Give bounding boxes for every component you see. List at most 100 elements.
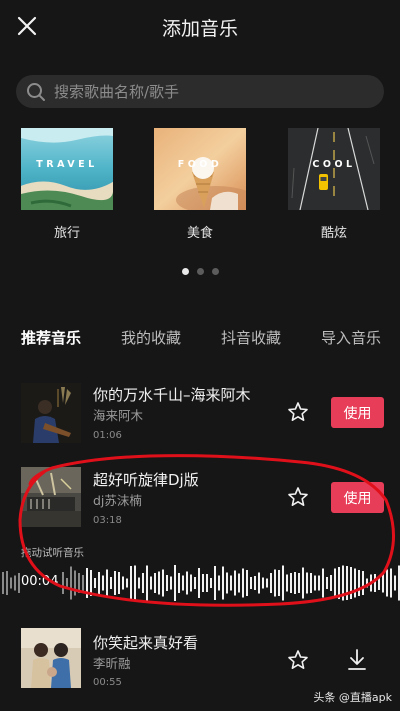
waveform-bar: [330, 575, 332, 591]
waveform-bar: [378, 576, 380, 590]
favorite-star-icon[interactable]: [287, 649, 309, 671]
song-artist: 李昕融: [93, 656, 131, 671]
waveform-bar: [10, 577, 12, 589]
waveform-bar: [106, 569, 108, 597]
waveform-bar: [82, 575, 84, 591]
waveform-bar: [306, 572, 308, 594]
waveform-bar: [214, 566, 216, 600]
waveform-bar: [126, 578, 128, 588]
song-cover[interactable]: [21, 467, 81, 527]
waveform-bar: [390, 568, 392, 598]
waveform-bar: [354, 568, 356, 598]
waveform-bar: [346, 566, 348, 600]
category-food[interactable]: FOOD 美食: [154, 128, 246, 238]
waveform-bar: [150, 576, 152, 590]
waveform-bar: [278, 570, 280, 596]
page-title: 添加音乐: [161, 18, 238, 40]
waveform-bar: [230, 575, 232, 591]
search-input[interactable]: [54, 75, 374, 108]
travel-thumbnail: TRAVEL: [21, 128, 113, 210]
waveform-scrubber[interactable]: 00:04: [0, 564, 400, 602]
waveform-bar: [170, 576, 172, 590]
header: 添加音乐: [0, 0, 400, 56]
waveform-bar: [102, 575, 104, 591]
category-travel[interactable]: TRAVEL 旅行: [21, 128, 113, 238]
favorite-star-icon[interactable]: [287, 486, 309, 508]
waveform-bar: [338, 567, 340, 599]
search-bar[interactable]: [16, 75, 384, 108]
waveform-bar: [182, 575, 184, 591]
waveform-bar: [310, 573, 312, 593]
waveform-bar: [110, 577, 112, 589]
waveform-bar: [386, 569, 388, 597]
tab-my-favorites[interactable]: 我的收藏: [121, 327, 181, 348]
waveform-bar: [202, 574, 204, 592]
song-duration: 01:06: [93, 430, 122, 441]
tab-bar: 推荐音乐 我的收藏 抖音收藏 导入音乐: [0, 327, 400, 351]
song-artist: dj苏沫楠: [93, 493, 142, 508]
waveform-bar: [318, 575, 320, 591]
category-label: 旅行: [53, 226, 80, 238]
watermark: 头条 @直播apk: [313, 691, 392, 704]
waveform-bar: [142, 573, 144, 593]
waveform-bar: [114, 571, 116, 595]
waveform-bar: [254, 576, 256, 590]
category-cool[interactable]: COOL 酷炫: [288, 128, 380, 238]
waveform-bar: [166, 575, 168, 591]
tab-douyin-favorites[interactable]: 抖音收藏: [221, 327, 281, 348]
waveform-bar: [218, 575, 220, 591]
waveform-bar: [18, 573, 20, 593]
waveform-bar: [94, 578, 96, 588]
song-cover[interactable]: [21, 628, 81, 688]
cool-thumbnail: COOL: [288, 128, 380, 210]
waveform-bar: [234, 570, 236, 596]
category-thumb-text: TRAVEL: [36, 159, 98, 170]
waveform-bar: [266, 578, 268, 588]
waveform-bar: [118, 572, 120, 594]
download-icon[interactable]: [346, 648, 368, 672]
waveform-bar: [74, 570, 76, 596]
waveform-bar: [226, 572, 228, 594]
waveform-bar: [298, 573, 300, 593]
category-thumb-text: FOOD: [177, 159, 223, 170]
use-button[interactable]: 使用: [331, 482, 384, 513]
waveform-bar: [198, 568, 200, 598]
waveform-bar: [250, 577, 252, 589]
waveform-bar: [242, 568, 244, 598]
waveform-bar: [86, 568, 88, 598]
waveform-bar: [238, 573, 240, 593]
carousel-dot-2[interactable]: [196, 268, 204, 275]
song-title: 超好听旋律Dj版: [93, 471, 199, 489]
tab-recommended[interactable]: 推荐音乐: [21, 327, 81, 348]
carousel-dot-3[interactable]: [211, 268, 219, 275]
waveform[interactable]: [0, 564, 400, 602]
waveform-bar: [78, 573, 80, 593]
favorite-star-icon[interactable]: [287, 401, 309, 423]
song-duration: 03:18: [93, 515, 122, 526]
waveform-bar: [210, 578, 212, 588]
waveform-bar: [178, 573, 180, 593]
waveform-bar: [294, 572, 296, 594]
category-carousel[interactable]: TRAVEL 旅行 FOOD 美食 COOL 酷炫: [0, 128, 400, 238]
waveform-bar: [274, 569, 276, 597]
waveform-bar: [138, 577, 140, 589]
tab-import-music[interactable]: 导入音乐: [321, 327, 381, 348]
waveform-bar: [394, 575, 396, 591]
waveform-bar: [162, 569, 164, 597]
use-button[interactable]: 使用: [331, 397, 384, 428]
waveform-bar: [154, 573, 156, 593]
song-cover[interactable]: [21, 383, 81, 443]
waveform-bar: [286, 574, 288, 592]
waveform-bar: [246, 570, 248, 596]
waveform-bar: [6, 571, 8, 595]
song-artist: 海来阿木: [93, 408, 144, 423]
waveform-bar: [382, 573, 384, 593]
waveform-bar: [350, 567, 352, 599]
category-label: 美食: [186, 226, 213, 238]
waveform-bar: [14, 575, 16, 591]
waveform-bar: [90, 570, 92, 596]
waveform-bar: [366, 578, 368, 588]
carousel-dot-1[interactable]: [181, 268, 189, 275]
song-title: 你笑起来真好看: [93, 634, 199, 652]
search-icon: [27, 83, 45, 101]
